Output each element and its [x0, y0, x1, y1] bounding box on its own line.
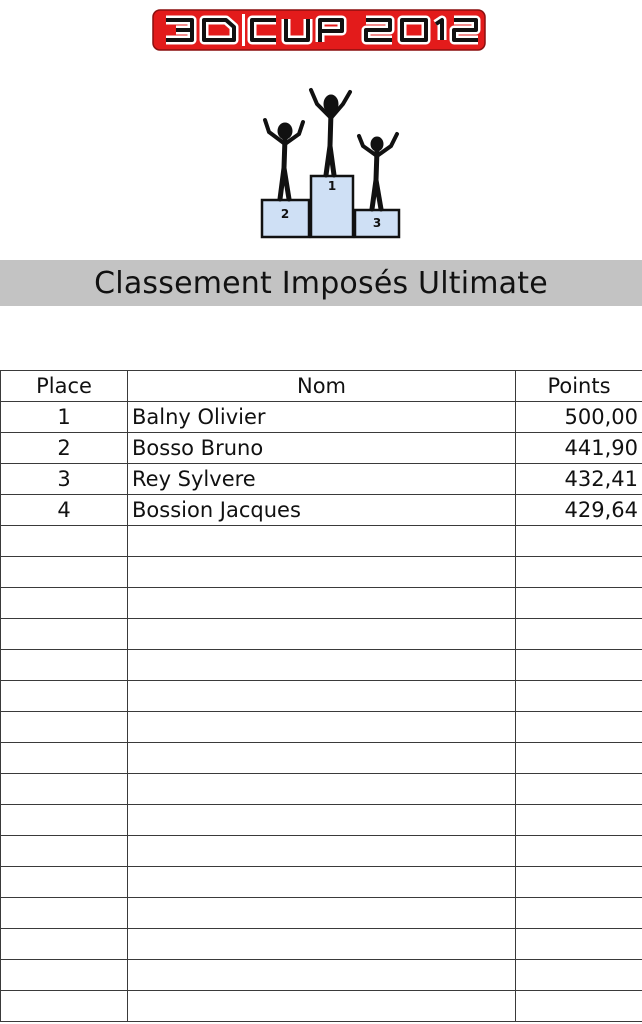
place-cell	[0, 804, 128, 836]
podium-label-3: 3	[373, 216, 381, 230]
place-cell	[0, 990, 128, 1022]
name-cell	[127, 866, 516, 898]
place-cell	[0, 959, 128, 991]
name-cell: Bosso Bruno	[127, 432, 516, 464]
points-cell	[515, 866, 642, 898]
place-cell	[0, 835, 128, 867]
points-cell	[515, 649, 642, 681]
place-cell	[0, 742, 128, 774]
empty-table-row	[0, 649, 642, 681]
name-cell	[127, 959, 516, 991]
table-row: 1 Balny Olivier 500,00	[0, 401, 642, 433]
place-cell	[0, 928, 128, 960]
name-cell	[127, 556, 516, 588]
name-cell	[127, 649, 516, 681]
points-cell	[515, 680, 642, 712]
place-cell: 1	[0, 401, 128, 433]
event-logo	[152, 9, 486, 51]
name-cell	[127, 804, 516, 836]
name-cell	[127, 928, 516, 960]
name-cell	[127, 835, 516, 867]
place-cell	[0, 866, 128, 898]
empty-table-row	[0, 959, 642, 991]
table-row: 2 Bosso Bruno 441,90	[0, 432, 642, 464]
place-cell	[0, 773, 128, 805]
place-cell: 2	[0, 432, 128, 464]
podium-label-1: 1	[328, 179, 336, 193]
empty-table-row	[0, 804, 642, 836]
name-cell	[127, 587, 516, 619]
page-title: Classement Imposés Ultimate	[94, 265, 548, 301]
points-cell	[515, 711, 642, 743]
points-cell: 500,00	[515, 401, 642, 433]
points-cell	[515, 804, 642, 836]
points-cell	[515, 897, 642, 929]
place-cell	[0, 897, 128, 929]
empty-table-row	[0, 742, 642, 774]
place-cell	[0, 525, 128, 557]
empty-table-row	[0, 618, 642, 650]
title-bar: Classement Imposés Ultimate	[0, 260, 642, 306]
empty-table-row	[0, 928, 642, 960]
name-cell	[127, 711, 516, 743]
name-cell	[127, 990, 516, 1022]
points-cell	[515, 928, 642, 960]
name-cell	[127, 897, 516, 929]
empty-table-row	[0, 866, 642, 898]
empty-table-row	[0, 773, 642, 805]
name-cell	[127, 680, 516, 712]
place-cell	[0, 618, 128, 650]
name-cell	[127, 618, 516, 650]
name-cell: Balny Olivier	[127, 401, 516, 433]
empty-table-row	[0, 897, 642, 929]
podium-winners-icon: 2 1 3	[260, 88, 401, 239]
points-cell: 429,64	[515, 494, 642, 526]
empty-table-row	[0, 990, 642, 1022]
place-cell	[0, 587, 128, 619]
name-cell: Rey Sylvere	[127, 463, 516, 495]
points-cell	[515, 556, 642, 588]
points-cell	[515, 587, 642, 619]
place-cell: 4	[0, 494, 128, 526]
table-row: 4 Bossion Jacques 429,64	[0, 494, 642, 526]
empty-table-row	[0, 680, 642, 712]
place-cell	[0, 649, 128, 681]
points-cell	[515, 773, 642, 805]
column-header-nom: Nom	[127, 370, 516, 402]
points-cell	[515, 618, 642, 650]
column-header-points: Points	[515, 370, 642, 402]
name-cell	[127, 742, 516, 774]
empty-table-row	[0, 525, 642, 557]
podium-label-2: 2	[281, 207, 289, 221]
column-header-place: Place	[0, 370, 128, 402]
empty-table-row	[0, 556, 642, 588]
name-cell	[127, 525, 516, 557]
points-cell	[515, 959, 642, 991]
points-cell	[515, 525, 642, 557]
empty-table-row	[0, 587, 642, 619]
name-cell	[127, 773, 516, 805]
place-cell: 3	[0, 463, 128, 495]
table-header-row: Place Nom Points	[0, 370, 642, 402]
place-cell	[0, 711, 128, 743]
name-cell: Bossion Jacques	[127, 494, 516, 526]
empty-table-row	[0, 711, 642, 743]
points-cell	[515, 835, 642, 867]
ranking-table-body: 1 Balny Olivier 500,00 2 Bosso Bruno 441…	[0, 401, 642, 1022]
points-cell	[515, 990, 642, 1022]
place-cell	[0, 680, 128, 712]
place-cell	[0, 556, 128, 588]
points-cell: 432,41	[515, 463, 642, 495]
points-cell: 441,90	[515, 432, 642, 464]
points-cell	[515, 742, 642, 774]
ranking-table: Place Nom Points 1 Balny Olivier 500,00 …	[0, 370, 642, 1022]
table-row: 3 Rey Sylvere 432,41	[0, 463, 642, 495]
empty-table-row	[0, 835, 642, 867]
